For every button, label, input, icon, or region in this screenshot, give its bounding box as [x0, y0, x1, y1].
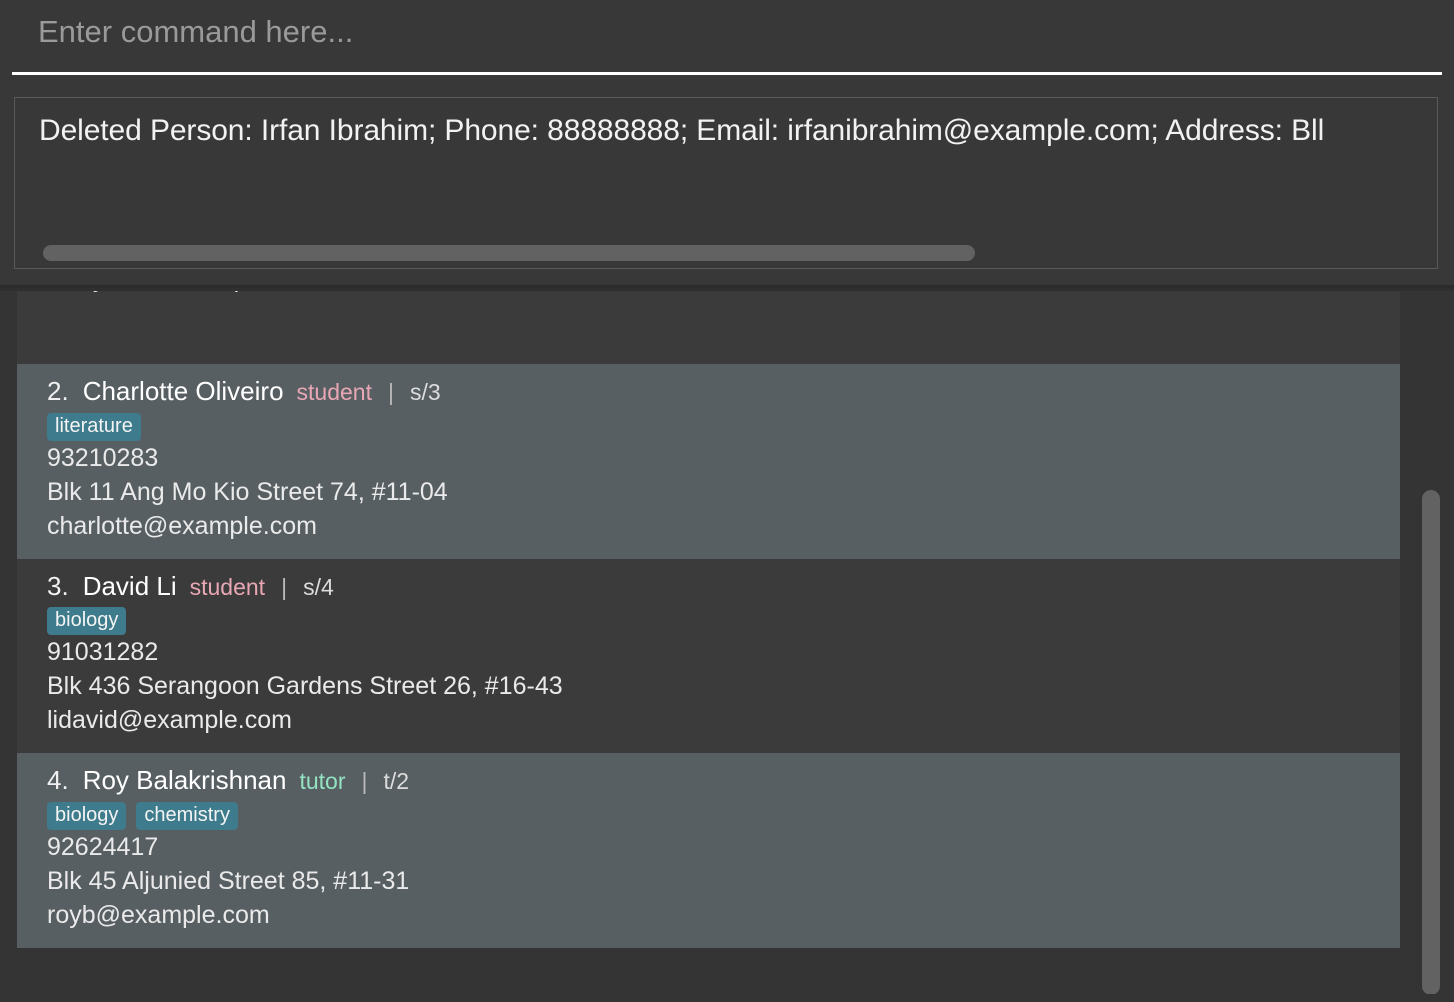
person-index: 4. — [47, 765, 69, 796]
header-separator: | — [361, 768, 368, 795]
person-tags: biology chemistry — [47, 802, 1400, 831]
tag-chip: chemistry — [136, 802, 238, 831]
result-display-text: Deleted Person: Irfan Ibrahim; Phone: 88… — [39, 114, 1325, 147]
person-email: lidavid@example.com — [47, 706, 292, 735]
command-box — [0, 0, 1454, 77]
person-name: Charlotte Oliveiro — [82, 376, 284, 406]
list-vertical-scrollbar-thumb[interactable] — [1422, 490, 1440, 995]
person-header: 4. Roy Balakrishnan tutor | t/2 — [47, 765, 1400, 797]
person-phone: 92624417 — [47, 833, 159, 862]
person-role: student — [189, 573, 266, 600]
list-item[interactable]: 2. Charlotte Oliveiro student | s/3 lite… — [17, 364, 1400, 559]
list-vertical-scrollbar[interactable] — [1400, 291, 1454, 1002]
tag-chip: biology — [47, 607, 127, 636]
list-item[interactable]: 3. David Li student | s/4 biology 910312… — [17, 558, 1400, 754]
person-index: 3. — [47, 570, 69, 601]
person-email: charlotte@example.com — [47, 511, 317, 540]
list-left-gutter — [0, 291, 17, 1002]
result-horizontal-scrollbar[interactable] — [16, 242, 1436, 264]
person-role: student — [296, 379, 372, 405]
person-code: s/3 — [409, 379, 441, 405]
person-list-viewport[interactable]: alexyeoh@example.com 2. Charlotte Olivei… — [17, 291, 1400, 1002]
person-phone: 91031282 — [47, 638, 159, 667]
tag-chip: literature — [47, 412, 141, 441]
command-input-underline — [12, 72, 1442, 75]
list-item[interactable]: 4. Roy Balakrishnan tutor | t/2 biology … — [17, 753, 1400, 949]
header-separator: | — [388, 379, 394, 405]
person-phone: 93210283 — [47, 443, 159, 472]
person-email: royb@example.com — [47, 901, 270, 930]
person-code: s/4 — [303, 573, 334, 600]
result-display-box: Deleted Person: Irfan Ibrahim; Phone: 88… — [14, 97, 1438, 269]
person-tags: literature — [47, 412, 1400, 441]
person-role: tutor — [299, 768, 346, 795]
list-bottom-strip — [0, 994, 1454, 1002]
person-email: alexyeoh@example.com — [47, 291, 321, 296]
list-item[interactable]: alexyeoh@example.com — [17, 291, 1400, 364]
command-input[interactable] — [38, 14, 1418, 50]
person-list-panel: alexyeoh@example.com 2. Charlotte Olivei… — [0, 291, 1454, 1002]
person-tags: biology — [47, 607, 1400, 636]
header-separator: | — [281, 573, 288, 600]
person-header: 3. David Li student | s/4 — [47, 571, 1400, 603]
person-address: Blk 436 Serangoon Gardens Street 26, #16… — [47, 672, 563, 701]
result-horizontal-scrollbar-thumb[interactable] — [43, 245, 975, 261]
result-display-panel: Deleted Person: Irfan Ibrahim; Phone: 88… — [0, 77, 1454, 288]
tag-chip: biology — [47, 802, 127, 831]
person-code: t/2 — [383, 768, 410, 795]
person-header: 2. Charlotte Oliveiro student | s/3 — [47, 376, 1400, 408]
person-index: 2. — [47, 376, 69, 406]
person-address: Blk 45 Aljunied Street 85, #11-31 — [47, 867, 410, 896]
person-name: Roy Balakrishnan — [82, 765, 287, 796]
person-name: David Li — [82, 570, 177, 601]
panel-divider — [0, 285, 1454, 288]
person-address: Blk 11 Ang Mo Kio Street 74, #11-04 — [47, 477, 448, 506]
